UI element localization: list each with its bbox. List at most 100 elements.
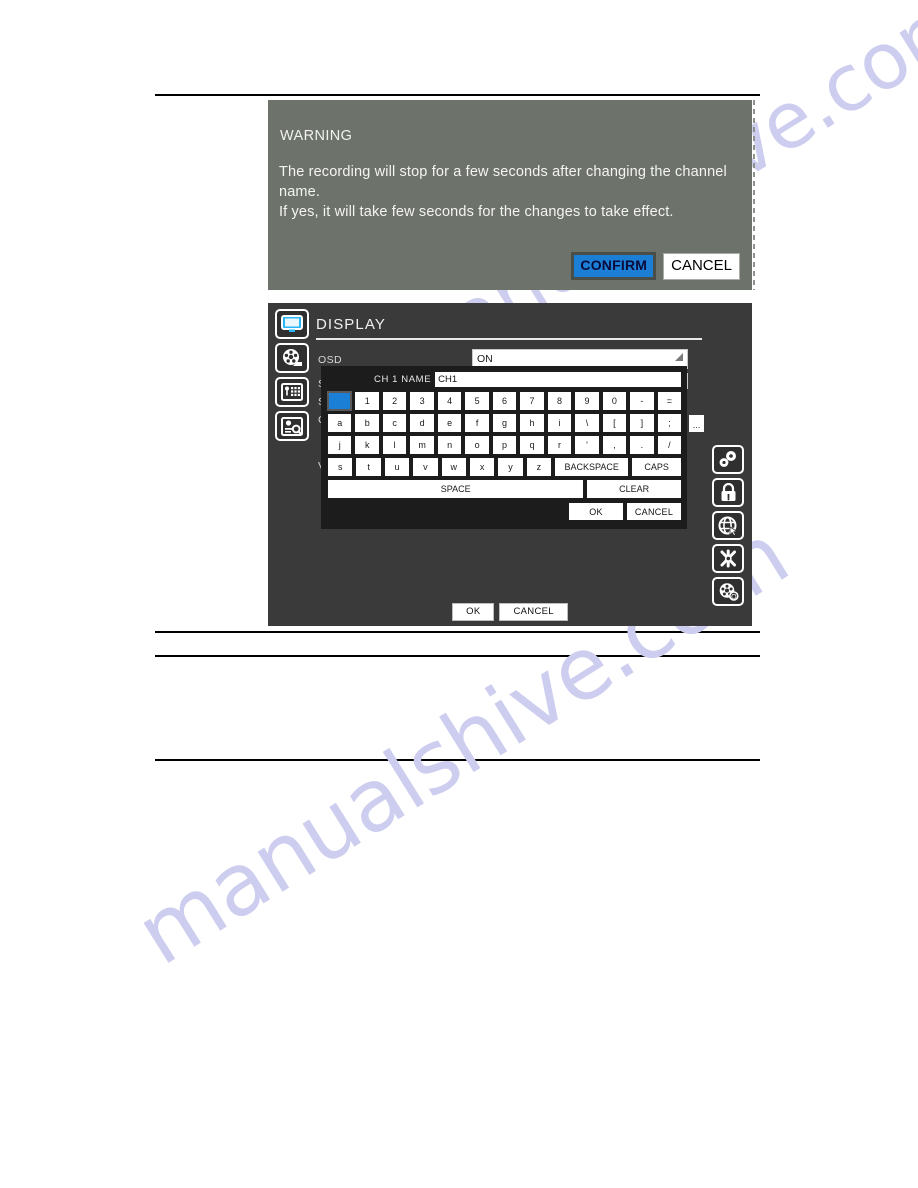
key-symbol[interactable]: \ bbox=[575, 414, 599, 432]
key-k[interactable]: k bbox=[355, 436, 379, 454]
key-1[interactable]: 1 bbox=[355, 392, 379, 410]
keyboard-row: a b c d e f g h i \[]; bbox=[328, 414, 682, 432]
gears-icon bbox=[719, 451, 736, 467]
key-symbol[interactable]: ' bbox=[575, 436, 599, 454]
sidebar-item-system[interactable] bbox=[712, 445, 744, 474]
key-caps[interactable]: CAPS bbox=[632, 458, 682, 476]
key-t[interactable]: t bbox=[356, 458, 381, 476]
key-backspace[interactable]: BACKSPACE bbox=[555, 458, 629, 476]
sidebar-item-device[interactable] bbox=[275, 377, 309, 407]
sidebar-item-network[interactable] bbox=[712, 511, 744, 540]
key-y[interactable]: y bbox=[498, 458, 523, 476]
left-icon-rail bbox=[275, 309, 311, 441]
key-m[interactable]: m bbox=[410, 436, 434, 454]
key-symbol[interactable]: / bbox=[657, 436, 682, 454]
right-icon-rail: Q bbox=[712, 445, 746, 606]
key-z[interactable]: z bbox=[526, 458, 552, 476]
warning-message-line-2: If yes, it will take few seconds for the… bbox=[279, 204, 674, 220]
wrench-tools-icon bbox=[720, 549, 736, 568]
warning-button-group: CONFIRM CANCEL bbox=[571, 252, 740, 280]
sidebar-item-backup[interactable]: Q bbox=[712, 577, 744, 606]
key-l[interactable]: l bbox=[382, 436, 407, 454]
key-5[interactable]: 5 bbox=[465, 392, 489, 410]
key-r[interactable]: r bbox=[547, 436, 572, 454]
panel-title-underline bbox=[316, 338, 702, 340]
warning-title: WARNING bbox=[280, 128, 353, 144]
film-reel-icon bbox=[283, 349, 302, 366]
page-rule-bottom bbox=[155, 759, 760, 761]
key-symbol[interactable]: - bbox=[630, 392, 654, 410]
film-reel-q-icon: Q bbox=[719, 583, 739, 601]
key-o[interactable]: o bbox=[465, 436, 489, 454]
padlock-icon bbox=[721, 483, 735, 501]
virtual-keyboard: CH 1 NAME CH1 1 2 3 4 5 6 7 8 9 0- = a b c d e f g h i \[];… bbox=[321, 366, 687, 529]
key-4[interactable]: 4 bbox=[437, 392, 462, 410]
key-0[interactable]: 0 bbox=[602, 392, 627, 410]
cancel-button[interactable]: CANCEL bbox=[663, 252, 740, 280]
key-q[interactable]: q bbox=[520, 436, 544, 454]
key-8[interactable]: 8 bbox=[547, 392, 572, 410]
sidebar-item-maintenance[interactable] bbox=[712, 544, 744, 573]
key-f[interactable]: f bbox=[465, 414, 489, 432]
key-7[interactable]: 7 bbox=[520, 392, 544, 410]
keyboard-row: SPACE CLEAR bbox=[328, 480, 681, 498]
ellipsis-button[interactable]: ... bbox=[689, 415, 704, 432]
warning-message-line-1: The recording will stop for a few second… bbox=[279, 164, 727, 200]
key-symbol[interactable]: ] bbox=[630, 414, 654, 432]
key-symbol[interactable]: = bbox=[657, 392, 682, 410]
keyboard-row: stuvwxyz BACKSPACE CAPS bbox=[328, 458, 682, 476]
key-a[interactable]: a bbox=[328, 414, 352, 432]
key-symbol[interactable]: . bbox=[630, 436, 654, 454]
warning-message: The recording will stop for a few second… bbox=[279, 162, 743, 222]
key-2[interactable]: 2 bbox=[382, 392, 407, 410]
key-e[interactable]: e bbox=[437, 414, 462, 432]
key-clear[interactable]: CLEAR bbox=[587, 480, 681, 498]
panel-button-group: OK CANCEL bbox=[268, 603, 752, 621]
channel-name-row: CH 1 NAME CH1 bbox=[328, 372, 681, 387]
sidebar-item-security[interactable] bbox=[712, 478, 744, 507]
globe-cursor-icon bbox=[718, 516, 738, 536]
panel-cancel-button[interactable]: CANCEL bbox=[499, 603, 568, 621]
key-n[interactable]: n bbox=[437, 436, 462, 454]
key-g[interactable]: g bbox=[492, 414, 517, 432]
key-space[interactable]: SPACE bbox=[328, 480, 584, 498]
sidebar-item-search[interactable] bbox=[275, 411, 309, 441]
svg-text:Q: Q bbox=[731, 594, 737, 601]
key-i[interactable]: i bbox=[547, 414, 572, 432]
page-title: DISPLAY bbox=[316, 316, 386, 333]
keyboard-button-group: OK CANCEL bbox=[328, 503, 681, 520]
safe-keypad-icon bbox=[281, 383, 303, 401]
key-6[interactable]: 6 bbox=[492, 392, 517, 410]
key-x[interactable]: x bbox=[469, 458, 495, 476]
key-symbol[interactable]: ; bbox=[657, 414, 682, 432]
key-symbol[interactable]: [ bbox=[602, 414, 627, 432]
keyboard-row: 1 2 3 4 5 6 7 8 9 0- = bbox=[326, 391, 682, 411]
page-rule-mid-2 bbox=[155, 655, 760, 657]
sidebar-item-display[interactable] bbox=[275, 309, 309, 339]
key-d[interactable]: d bbox=[410, 414, 434, 432]
key-j[interactable]: j bbox=[328, 436, 352, 454]
key-3[interactable]: 3 bbox=[410, 392, 434, 410]
key-p[interactable]: p bbox=[492, 436, 517, 454]
sidebar-item-record[interactable] bbox=[275, 343, 309, 373]
key-u[interactable]: u bbox=[384, 458, 410, 476]
key-h[interactable]: h bbox=[520, 414, 544, 432]
key-w[interactable]: w bbox=[441, 458, 466, 476]
key-b[interactable]: b bbox=[355, 414, 379, 432]
osd-label: OSD bbox=[318, 354, 342, 366]
osd-select-value: ON bbox=[477, 353, 493, 365]
keyboard-cancel-button[interactable]: CANCEL bbox=[627, 503, 681, 520]
key-c[interactable]: c bbox=[382, 414, 407, 432]
key-v[interactable]: v bbox=[413, 458, 438, 476]
key-symbol[interactable] bbox=[326, 391, 353, 411]
key-symbol[interactable]: , bbox=[602, 436, 627, 454]
warning-dialog: WARNING The recording will stop for a fe… bbox=[268, 100, 752, 290]
page-rule-top bbox=[155, 94, 760, 96]
panel-ok-button[interactable]: OK bbox=[452, 603, 495, 621]
confirm-button[interactable]: CONFIRM bbox=[571, 252, 657, 280]
key-s[interactable]: s bbox=[328, 458, 353, 476]
channel-name-input[interactable]: CH1 bbox=[435, 372, 681, 387]
key-9[interactable]: 9 bbox=[575, 392, 599, 410]
keyboard-ok-button[interactable]: OK bbox=[569, 503, 623, 520]
document-search-icon bbox=[281, 416, 303, 436]
